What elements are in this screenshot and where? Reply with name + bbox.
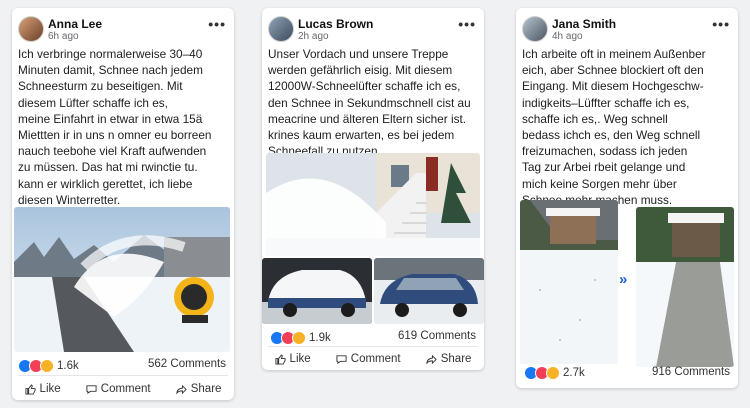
comment-count[interactable]: 562 Comments bbox=[148, 358, 226, 370]
avatar[interactable] bbox=[268, 16, 294, 42]
author-name[interactable]: Lucas Brown bbox=[298, 17, 373, 31]
more-dots-icon[interactable]: ••• bbox=[712, 16, 730, 32]
haha-reaction-icon bbox=[292, 331, 306, 345]
post-card: Anna Lee 6h ago ••• Ich verbringe normal… bbox=[12, 8, 234, 400]
share-arrow-icon bbox=[176, 384, 187, 395]
post-time: 4h ago bbox=[552, 31, 583, 42]
post-image-before[interactable] bbox=[520, 200, 618, 364]
post-image-main[interactable] bbox=[266, 153, 480, 256]
post-text: Ich verbringe normalerweise 30–40 Minute… bbox=[18, 47, 212, 207]
reaction-summary[interactable]: 2.7k bbox=[524, 366, 585, 380]
share-button[interactable]: Share bbox=[426, 353, 472, 365]
avatar[interactable] bbox=[522, 16, 548, 42]
speech-bubble-icon bbox=[336, 354, 347, 364]
share-label: Share bbox=[440, 353, 472, 365]
reaction-count: 2.7k bbox=[563, 367, 585, 379]
comment-label: Comment bbox=[100, 383, 151, 395]
share-arrow-icon bbox=[426, 354, 437, 365]
like-label: Like bbox=[39, 383, 61, 395]
comment-button[interactable]: Comment bbox=[336, 353, 401, 365]
post-image[interactable] bbox=[14, 207, 230, 352]
speech-bubble-icon bbox=[86, 384, 97, 394]
more-dots-icon[interactable]: ••• bbox=[208, 16, 226, 32]
post-image-after[interactable] bbox=[636, 207, 734, 367]
like-button[interactable]: Like bbox=[25, 383, 61, 395]
post-card: Lucas Brown 2h ago ••• Unser Vordach und… bbox=[262, 8, 484, 370]
reaction-summary[interactable]: 1.6k bbox=[18, 359, 79, 373]
like-button[interactable]: Like bbox=[275, 353, 311, 365]
double-chevron-right-icon: » bbox=[619, 271, 628, 288]
divider bbox=[268, 346, 478, 347]
comment-count[interactable]: 619 Comments bbox=[398, 330, 476, 342]
post-time: 6h ago bbox=[48, 31, 79, 42]
comment-button[interactable]: Comment bbox=[86, 383, 151, 395]
haha-reaction-icon bbox=[40, 359, 54, 373]
author-name[interactable]: Jana Smith bbox=[552, 17, 616, 31]
post-image-car-snow[interactable] bbox=[262, 258, 372, 324]
post-header: Anna Lee 6h ago ••• bbox=[18, 16, 228, 46]
post-header: Jana Smith 4h ago ••• bbox=[522, 16, 732, 46]
action-bar: Like Comment Share bbox=[12, 383, 234, 395]
post-time: 2h ago bbox=[298, 31, 329, 42]
divider bbox=[18, 375, 228, 376]
share-button[interactable]: Share bbox=[176, 383, 222, 395]
more-dots-icon[interactable]: ••• bbox=[458, 16, 476, 32]
reaction-count: 1.9k bbox=[309, 332, 331, 344]
like-label: Like bbox=[289, 353, 311, 365]
post-text: Ich arbeite oft in meinem Außenber eich,… bbox=[522, 47, 706, 207]
post-text: Unser Vordach und unsere Treppe werden g… bbox=[268, 47, 471, 159]
haha-reaction-icon bbox=[546, 366, 560, 380]
reaction-count: 1.6k bbox=[57, 360, 79, 372]
thumb-up-icon bbox=[275, 353, 286, 365]
post-image-car-cleared[interactable] bbox=[374, 258, 484, 324]
post-header: Lucas Brown 2h ago ••• bbox=[268, 16, 478, 46]
avatar[interactable] bbox=[18, 16, 44, 42]
action-bar: Like Comment Share bbox=[262, 353, 484, 365]
comment-label: Comment bbox=[350, 353, 401, 365]
comment-count[interactable]: 916 Comments bbox=[652, 366, 730, 378]
thumb-up-icon bbox=[25, 383, 36, 395]
post-card: Jana Smith 4h ago ••• Ich arbeite oft in… bbox=[516, 8, 738, 388]
reaction-summary[interactable]: 1.9k bbox=[270, 331, 331, 345]
share-label: Share bbox=[190, 383, 222, 395]
author-name[interactable]: Anna Lee bbox=[48, 17, 102, 31]
